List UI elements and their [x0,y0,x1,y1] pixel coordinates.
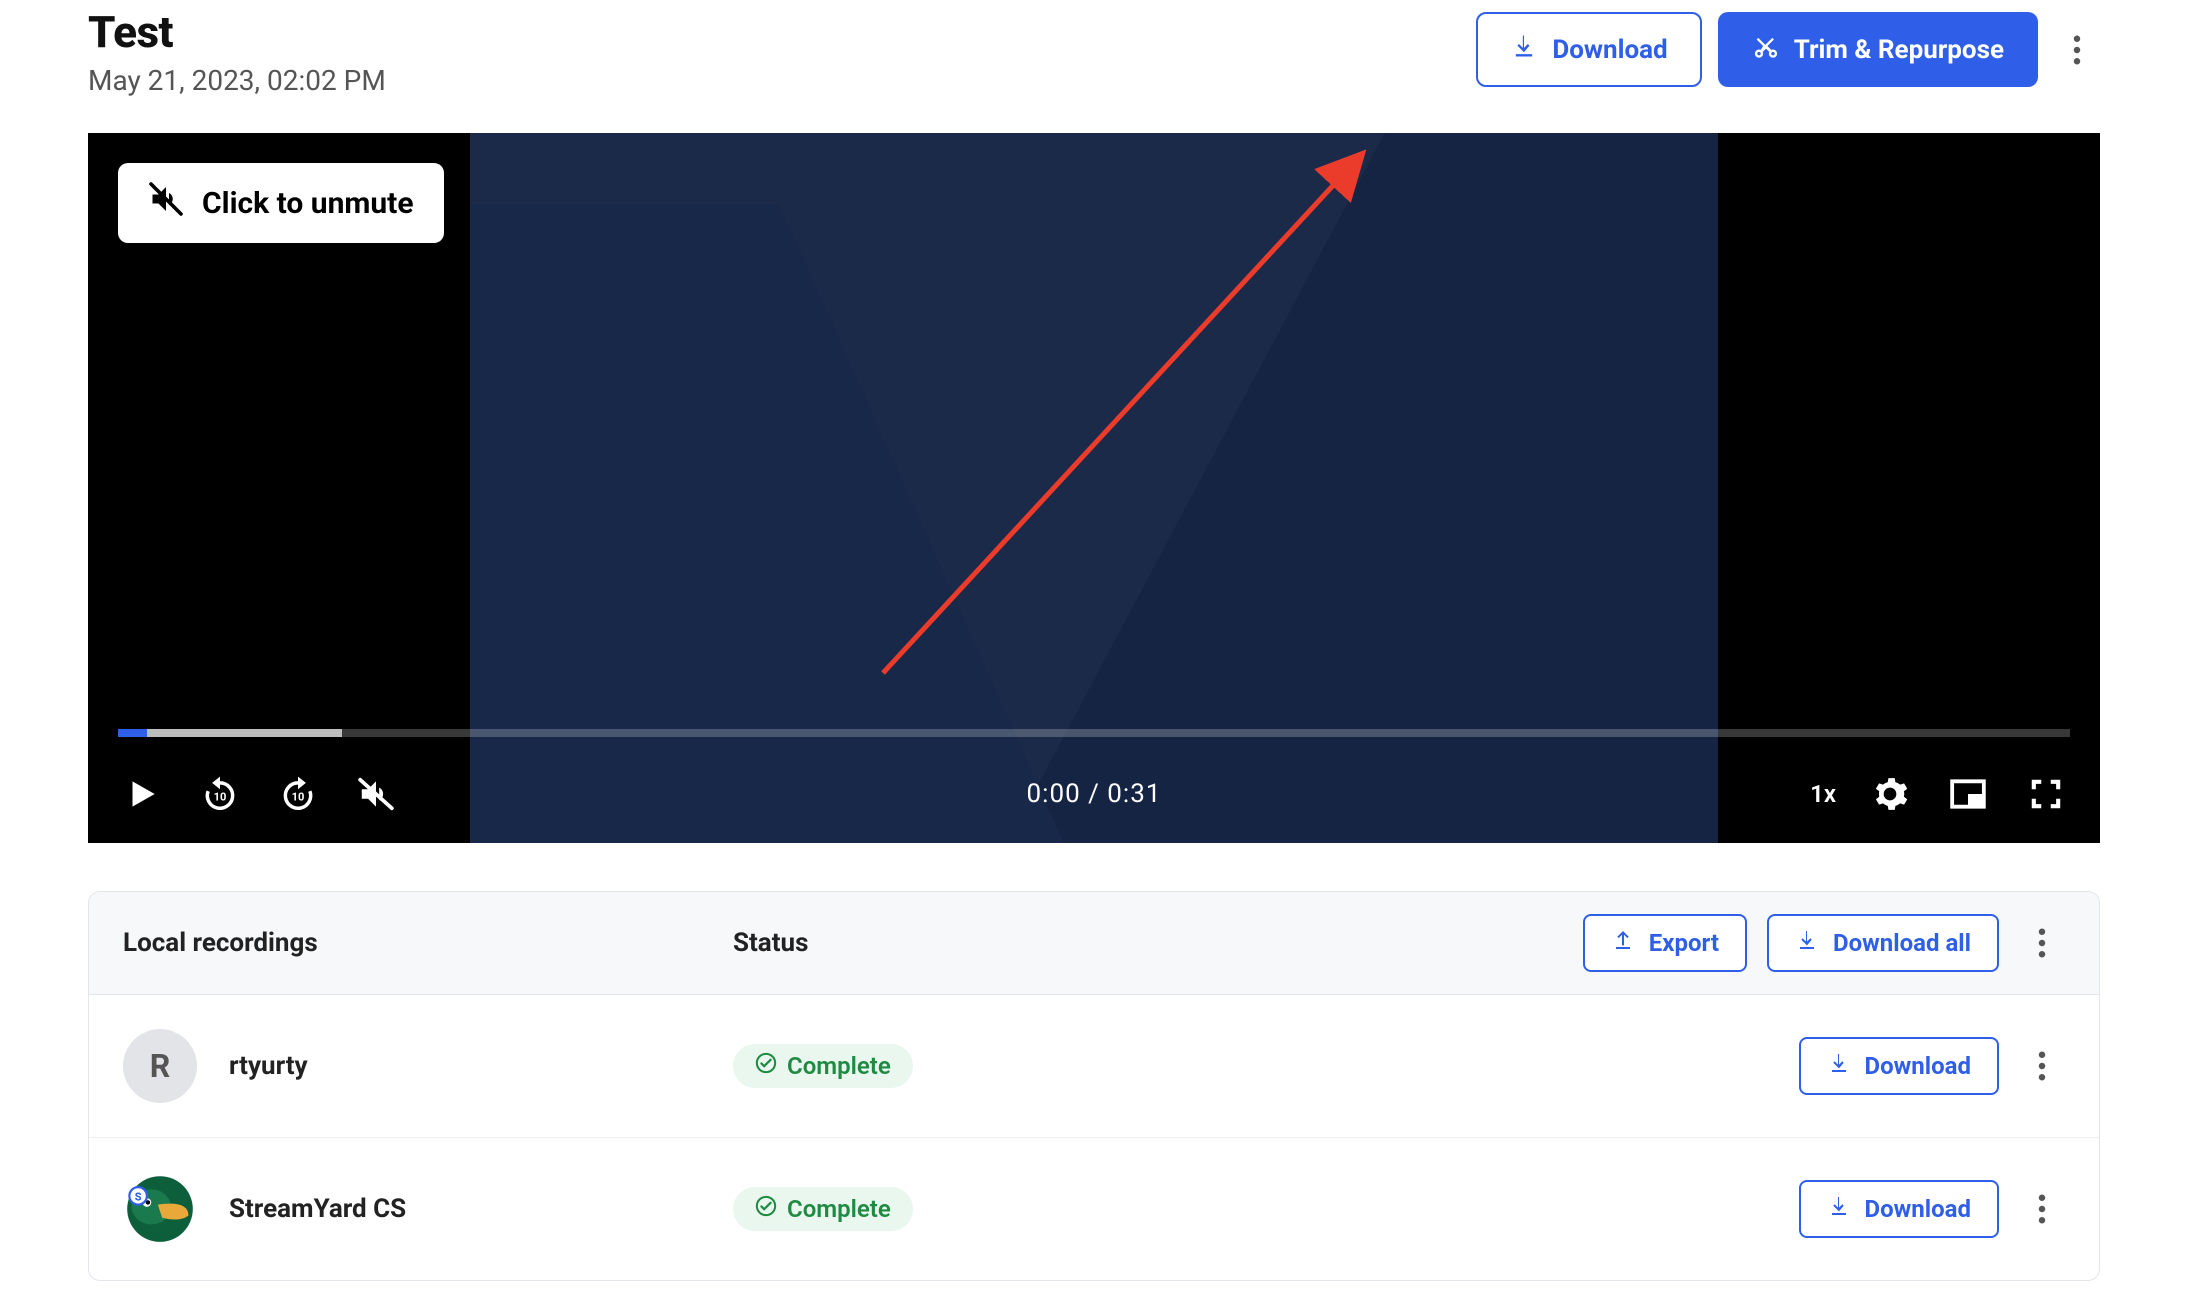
video-buffer [118,729,342,737]
video-controls: 10 10 0:00 / 0:31 1x [88,745,2100,843]
download-button[interactable]: Download [1476,12,1701,87]
row-more-menu[interactable] [2019,1043,2065,1089]
recording-row: S StreamYard CS Complete Do [89,1138,2099,1280]
playback-speed-button[interactable]: 1x [1810,780,1836,808]
recording-row: R rtyurty Complete Download [89,995,2099,1138]
video-progress-bar[interactable] [118,729,2070,737]
svg-text:10: 10 [214,790,227,803]
avatar: R [123,1029,197,1103]
recording-name: StreamYard CS [229,1194,406,1224]
page-date: May 21, 2023, 02:02 PM [88,64,386,97]
unmute-button[interactable]: Click to unmute [118,163,444,243]
status-text: Complete [787,1052,891,1080]
download-icon [1510,32,1538,67]
volume-muted-icon [148,181,184,225]
recordings-panel: Local recordings Status Export Download … [88,891,2100,1281]
svg-text:10: 10 [292,790,305,803]
recordings-more-menu[interactable] [2019,920,2065,966]
export-label: Export [1649,929,1719,957]
recordings-title: Local recordings [123,928,733,958]
trim-repurpose-button[interactable]: Trim & Repurpose [1718,12,2038,87]
export-icon [1611,928,1635,958]
svg-text:S: S [135,1190,142,1203]
row-more-menu[interactable] [2019,1186,2065,1232]
page-header: Test May 21, 2023, 02:02 PM Download Tri… [88,6,2100,97]
fullscreen-button[interactable] [2022,770,2070,818]
download-icon [1827,1051,1851,1081]
picture-in-picture-button[interactable] [1944,770,1992,818]
video-played [118,729,147,737]
trim-repurpose-label: Trim & Repurpose [1794,35,2004,65]
row-download-button[interactable]: Download [1799,1180,1999,1238]
settings-button[interactable] [1866,770,1914,818]
download-all-label: Download all [1833,929,1971,957]
download-all-button[interactable]: Download all [1767,914,1999,972]
check-circle-icon [755,1052,777,1080]
header-more-menu[interactable] [2054,27,2100,73]
video-player: Click to unmute 10 10 [88,133,2100,843]
check-circle-icon [755,1195,777,1223]
recordings-status-header: Status [733,928,1583,958]
forward-10-button[interactable]: 10 [274,770,322,818]
recording-name: rtyurty [229,1051,308,1081]
status-text: Complete [787,1195,891,1223]
page-title: Test [88,6,386,58]
row-download-button[interactable]: Download [1799,1037,1999,1095]
recordings-header: Local recordings Status Export Download … [89,892,2099,995]
play-button[interactable] [118,770,166,818]
status-badge: Complete [733,1187,913,1231]
download-icon [1795,928,1819,958]
unmute-label: Click to unmute [202,186,414,221]
row-download-label: Download [1865,1052,1971,1080]
scissors-icon [1752,32,1780,67]
avatar: S [123,1172,197,1246]
download-button-label: Download [1552,35,1667,65]
status-badge: Complete [733,1044,913,1088]
mute-button[interactable] [352,770,400,818]
video-time-display: 0:00 / 0:31 [1027,779,1162,809]
rewind-10-button[interactable]: 10 [196,770,244,818]
row-download-label: Download [1865,1195,1971,1223]
export-button[interactable]: Export [1583,914,1747,972]
download-icon [1827,1194,1851,1224]
